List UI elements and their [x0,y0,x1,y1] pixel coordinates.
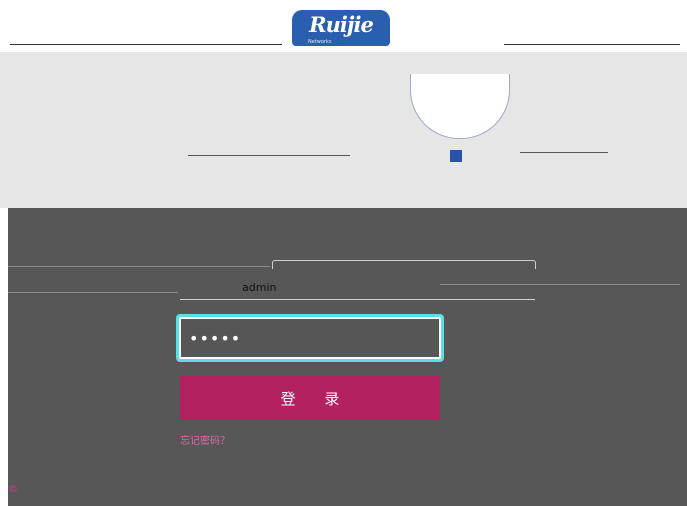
login-button[interactable]: 登 录 [180,376,440,420]
top-bar: Ruijie Networks [0,0,687,52]
deco-line-left [188,155,350,156]
password-input[interactable] [176,314,444,362]
forgot-password-link[interactable]: 忘记密码？ [180,432,230,447]
hero-band [0,52,687,208]
brand-subtext: Networks [308,39,332,45]
footer: © [8,484,687,500]
title-accent-mark [450,150,462,162]
page-title [356,146,516,176]
brand-text: Ruijie [309,12,374,37]
decorative-circle [410,74,510,139]
footer-logo-icon: © [8,484,18,495]
deco-line-right [520,152,608,153]
panel-line-left-2 [8,292,178,293]
header-divider-left [10,44,282,45]
username-input[interactable] [180,262,535,300]
header-divider-right [504,44,680,45]
ruijie-logo: Ruijie Networks [292,10,390,46]
